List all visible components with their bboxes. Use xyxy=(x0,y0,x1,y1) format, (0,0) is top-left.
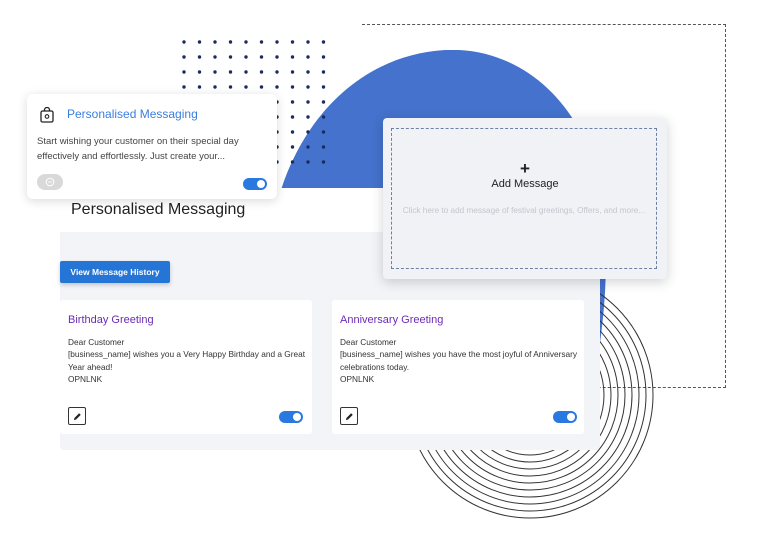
greeting-line: [business_name] wishes you a Very Happy … xyxy=(68,349,306,372)
view-message-history-button[interactable]: View Message History xyxy=(60,261,170,283)
add-message-label: Add Message xyxy=(491,178,559,190)
birthday-greeting-card: Birthday Greeting Dear Customer [busines… xyxy=(60,300,312,434)
greeting-line: Dear Customer xyxy=(68,337,125,347)
chat-button[interactable] xyxy=(37,174,63,190)
greeting-toggle[interactable] xyxy=(553,411,577,423)
greeting-line: [business_name] wishes you have the most… xyxy=(340,349,578,372)
pencil-icon xyxy=(73,413,81,421)
greeting-line: OPNLNK xyxy=(68,373,103,384)
greeting-message: Dear Customer [business_name] wishes you… xyxy=(340,336,580,385)
shopping-bag-icon xyxy=(40,107,54,123)
greeting-line: OPNLNK xyxy=(340,373,375,384)
add-message-hint: Click here to add message of festival gr… xyxy=(402,206,646,215)
greeting-title: Birthday Greeting xyxy=(68,314,154,326)
panel-title: Personalised Messaging xyxy=(71,201,246,218)
pencil-icon xyxy=(345,413,353,421)
card-title: Personalised Messaging xyxy=(67,107,198,121)
card-toggle[interactable] xyxy=(243,178,267,190)
greeting-toggle[interactable] xyxy=(279,411,303,423)
add-message-dropzone[interactable]: + Add Message Click here to add message … xyxy=(391,128,657,269)
greeting-message: Dear Customer [business_name] wishes you… xyxy=(68,336,308,385)
card-description: Start wishing your customer on their spe… xyxy=(37,136,239,162)
anniversary-greeting-card: Anniversary Greeting Dear Customer [busi… xyxy=(332,300,584,434)
chat-bubble-icon xyxy=(45,177,55,187)
greeting-line: Dear Customer xyxy=(340,337,397,347)
edit-button[interactable] xyxy=(340,407,358,425)
add-message-card[interactable]: + Add Message Click here to add message … xyxy=(383,118,667,279)
edit-button[interactable] xyxy=(68,407,86,425)
greeting-title: Anniversary Greeting xyxy=(340,314,444,326)
plus-icon: + xyxy=(520,159,530,178)
personalised-messaging-card[interactable]: Personalised Messaging Start wishing you… xyxy=(27,94,277,199)
